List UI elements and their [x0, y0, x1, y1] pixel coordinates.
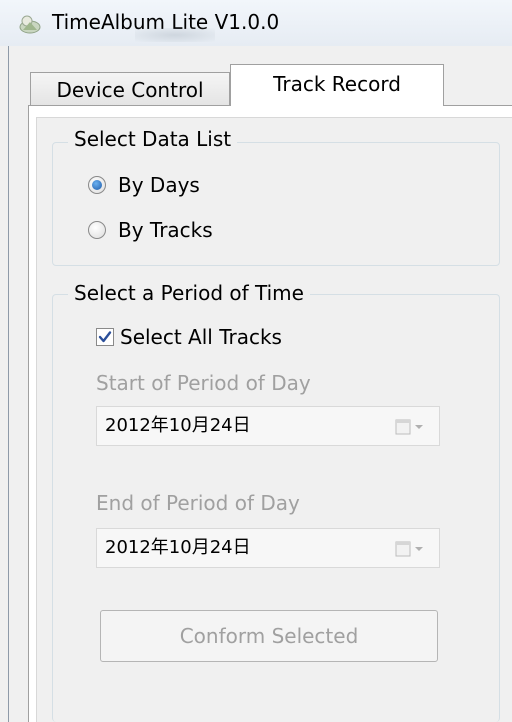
calendar-icon	[395, 419, 411, 435]
start-period-label: Start of Period of Day	[96, 371, 311, 395]
chevron-down-icon	[415, 425, 423, 429]
end-date-dropdown-button[interactable]	[395, 540, 425, 558]
radio-by-days-label[interactable]: By Days	[118, 172, 200, 198]
start-date-dropdown-button[interactable]	[395, 418, 425, 436]
start-date-picker[interactable]: 2012年10月24日	[96, 406, 440, 446]
app-icon	[18, 12, 42, 36]
title-shadow	[135, 28, 215, 42]
data-list-legend: Select Data List	[68, 126, 238, 152]
app-window: TimeAlbum Lite V1.0.0 Device Control Tra…	[0, 0, 512, 722]
radio-by-tracks[interactable]	[88, 221, 106, 239]
period-legend: Select a Period of Time	[68, 280, 310, 306]
conform-selected-button[interactable]: Conform Selected	[100, 610, 438, 662]
calendar-icon	[395, 541, 411, 557]
select-all-label[interactable]: Select All Tracks	[120, 324, 282, 350]
tab-device-control[interactable]: Device Control	[30, 72, 230, 106]
check-icon	[98, 331, 112, 343]
radio-by-tracks-label[interactable]: By Tracks	[118, 217, 213, 243]
data-list-groupbox	[52, 142, 500, 266]
tab-track-record[interactable]: Track Record	[230, 64, 444, 106]
start-date-value: 2012年10月24日	[105, 415, 251, 436]
title-bar[interactable]: TimeAlbum Lite V1.0.0	[0, 0, 512, 46]
end-period-label: End of Period of Day	[96, 491, 300, 515]
select-all-checkbox[interactable]	[96, 328, 114, 346]
end-date-picker[interactable]: 2012年10月24日	[96, 528, 440, 568]
radio-by-days[interactable]	[88, 176, 106, 194]
chevron-down-icon	[415, 547, 423, 551]
end-date-value: 2012年10月24日	[105, 537, 251, 558]
